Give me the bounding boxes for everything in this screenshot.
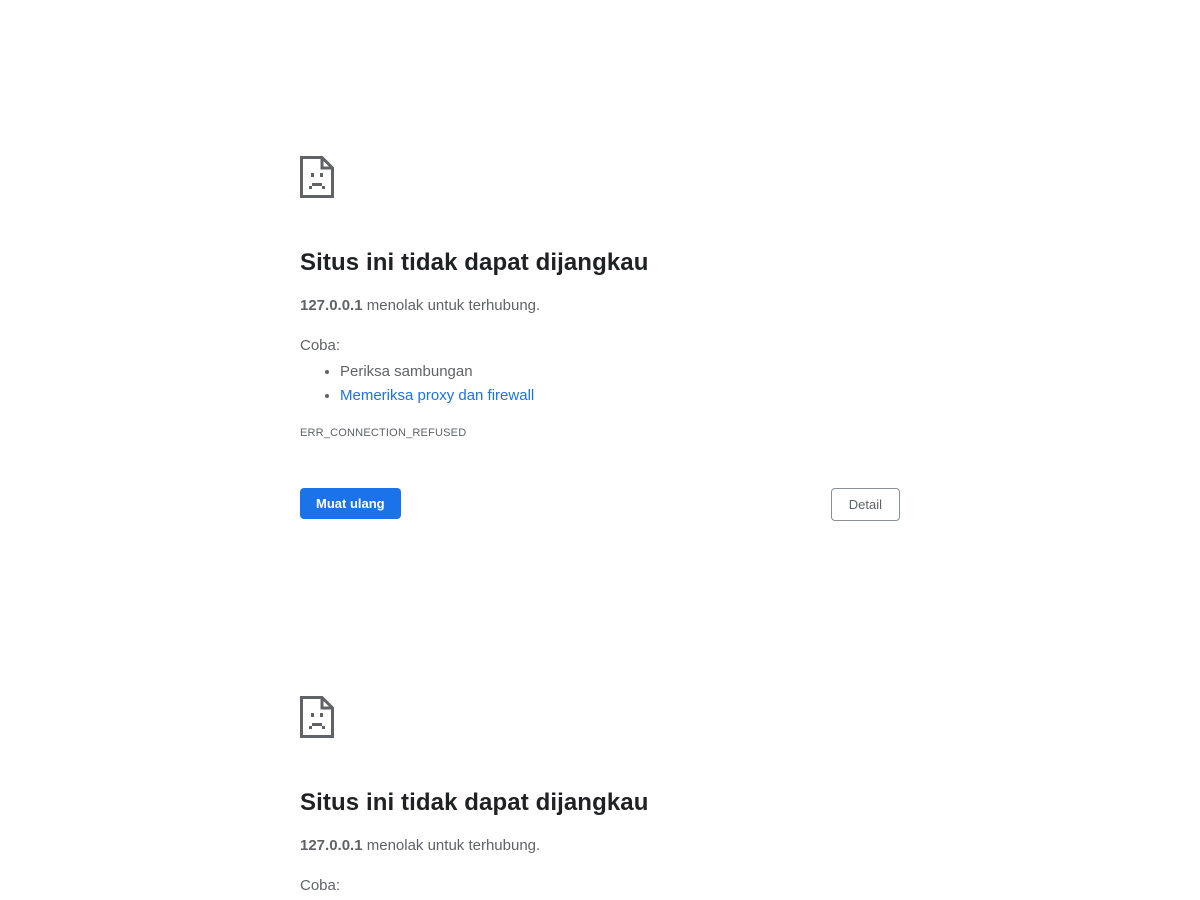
try-label: Coba: (300, 877, 341, 894)
suggestion-check-connection: Periksa sambungan (340, 360, 900, 384)
error-code: ERR_CONNECTION_REFUSED (300, 427, 467, 439)
host-name: 127.0.0.1 (300, 837, 363, 854)
details-button[interactable]: Detail (830, 488, 900, 521)
page-title: Situs ini tidak dapat dijangkau (300, 789, 649, 816)
suggestion-check-proxy: Memeriksa proxy dan firewall (340, 384, 900, 408)
error-block: Situs ini tidak dapat dijangkau 127.0.0.… (300, 696, 900, 896)
suggestion-label: Periksa sambungan (340, 363, 473, 380)
error-message: 127.0.0.1 menolak untuk terhubung. (300, 836, 900, 856)
message-text: menolak untuk terhubung. (362, 837, 541, 854)
error-page: Situs ini tidak dapat dijangkau 127.0.0.… (0, 0, 1200, 900)
button-row: Muat ulang Detail (300, 488, 900, 522)
check-proxy-firewall-link[interactable]: Memeriksa proxy dan firewall (340, 387, 534, 404)
suggestion-list: Periksa sambungan Memeriksa proxy dan fi… (300, 360, 900, 408)
page-title: Situs ini tidak dapat dijangkau (300, 249, 649, 276)
sad-page-icon (300, 696, 334, 738)
host-name: 127.0.0.1 (300, 297, 363, 314)
sad-page-icon (300, 156, 334, 198)
try-label: Coba: (300, 337, 341, 354)
error-message: 127.0.0.1 menolak untuk terhubung. (300, 296, 900, 316)
message-text: menolak untuk terhubung. (362, 297, 541, 314)
reload-button[interactable]: Muat ulang (300, 488, 401, 519)
error-block: Situs ini tidak dapat dijangkau 127.0.0.… (300, 156, 900, 522)
